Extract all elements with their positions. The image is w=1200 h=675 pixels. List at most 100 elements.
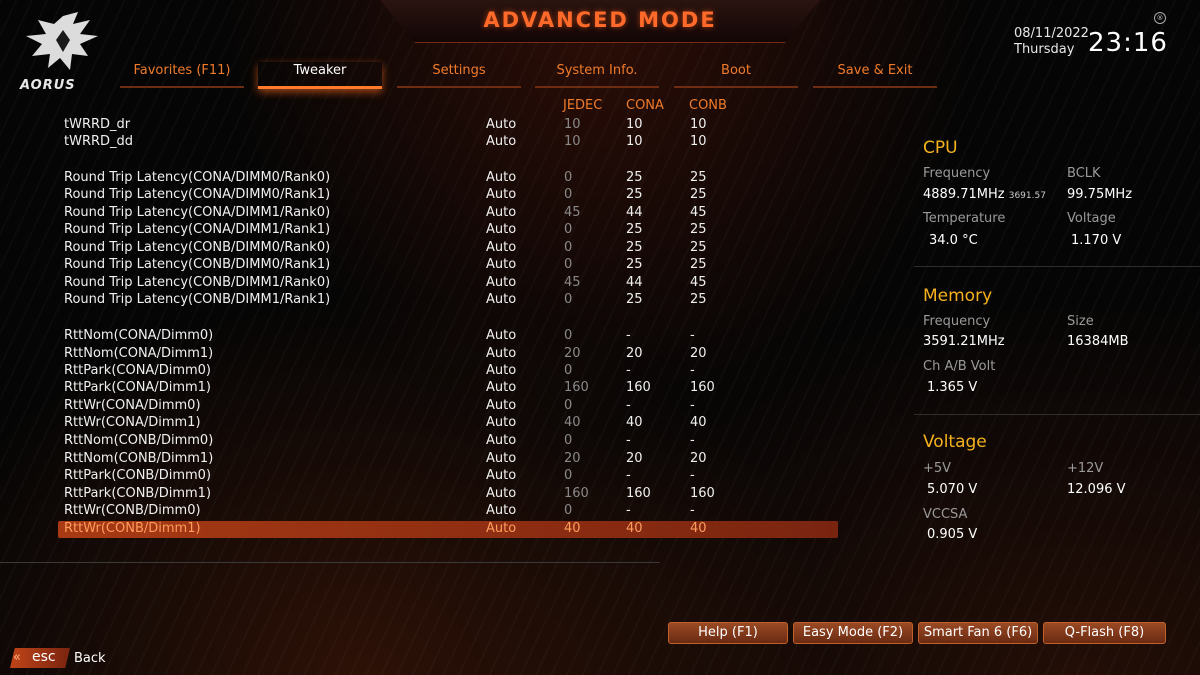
setting-value[interactable]: Auto [486,257,516,272]
setting-value[interactable]: Auto [486,187,516,202]
setting-value[interactable]: Auto [486,292,516,307]
page-title: ADVANCED MODE [483,8,717,32]
conb-value: - [690,433,695,448]
setting-value[interactable]: Auto [486,468,516,483]
setting-name: Round Trip Latency(CONB/DIMM0/Rank0) [64,240,331,255]
cpu-bclk-label: BCLK [1067,166,1101,181]
setting-name: Round Trip Latency(CONB/DIMM0/Rank1) [64,257,331,272]
jedec-value: 0 [564,363,573,378]
cona-value: - [626,328,631,343]
cona-value: 40 [626,521,643,536]
setting-value[interactable]: Auto [486,240,516,255]
column-header-jedec: JEDEC [563,98,603,113]
setting-value[interactable]: Auto [486,346,516,361]
tab-favorites[interactable]: Favorites (F11) [120,62,244,88]
setting-row[interactable]: Round Trip Latency(CONB/DIMM1/Rank0) Auto… [58,275,838,292]
jedec-value: 0 [564,187,573,202]
setting-name: RttWr(CONB/Dimm1) [64,521,201,536]
jedec-value: 0 [564,398,573,413]
q-flash-button[interactable]: Q-Flash (F8) [1043,622,1166,644]
setting-value[interactable]: Auto [486,415,516,430]
setting-value[interactable]: Auto [486,486,516,501]
panel-divider [914,414,1200,415]
setting-row[interactable]: RttPark(CONA/Dimm1) Auto 160 160 160 [58,380,838,397]
tab-save-exit[interactable]: Save & Exit [813,62,937,88]
setting-row[interactable]: RttPark(CONA/Dimm0) Auto 0 - - [58,363,838,380]
setting-value[interactable]: Auto [486,170,516,185]
jedec-value: 0 [564,257,573,272]
cpu-voltage-value: 1.170 V [1071,233,1122,248]
setting-row[interactable]: Round Trip Latency(CONA/DIMM0/Rank1) Auto… [58,187,838,204]
cpu-voltage-label: Voltage [1067,211,1116,226]
setting-value[interactable]: Auto [486,363,516,378]
smart-fan-button[interactable]: Smart Fan 6 (F6) [918,622,1038,644]
cpu-frequency-value: 4889.71MHz 3691.57 [923,187,1046,202]
voltage-12v-label: +12V [1067,461,1104,476]
cona-value: 40 [626,415,643,430]
setting-row[interactable]: RttWr(CONB/Dimm0) Auto 0 - - [58,503,838,520]
setting-value[interactable]: Auto [486,503,516,518]
setting-row[interactable]: Round Trip Latency(CONA/DIMM1/Rank1) Auto… [58,222,838,239]
cpu-title: CPU [923,138,958,158]
setting-value[interactable]: Auto [486,328,516,343]
cona-value: - [626,468,631,483]
setting-row[interactable]: tWRRD_dr Auto 10 10 10 [58,117,838,134]
cona-value: 20 [626,451,643,466]
setting-row[interactable]: Round Trip Latency(CONB/DIMM1/Rank1) Auto… [58,292,838,309]
setting-row[interactable]: RttPark(CONB/Dimm1) Auto 160 160 160 [58,486,838,503]
tab-boot[interactable]: Boot [674,62,798,88]
setting-value[interactable]: Auto [486,117,516,132]
jedec-value: 0 [564,468,573,483]
setting-row[interactable]: RttNom(CONB/Dimm1) Auto 20 20 20 [58,451,838,468]
conb-value: 10 [690,117,707,132]
help-button[interactable]: Help (F1) [668,622,788,644]
setting-row[interactable]: RttWr(CONB/Dimm1) Auto 40 40 40 [58,521,838,538]
setting-value[interactable]: Auto [486,451,516,466]
back-label[interactable]: Back [74,651,106,666]
conb-value: - [690,363,695,378]
conb-value: 25 [690,292,707,307]
setting-value[interactable]: Auto [486,521,516,536]
setting-name: RttPark(CONA/Dimm1) [64,380,211,395]
setting-name: RttNom(CONB/Dimm0) [64,433,214,448]
setting-row[interactable]: RttNom(CONA/Dimm0) Auto 0 - - [58,328,838,345]
setting-value[interactable]: Auto [486,205,516,220]
setting-row[interactable]: RttWr(CONA/Dimm1) Auto 40 40 40 [58,415,838,432]
setting-row[interactable]: RttNom(CONA/Dimm1) Auto 20 20 20 [58,346,838,363]
conb-value: - [690,328,695,343]
easy-mode-button[interactable]: Easy Mode (F2) [793,622,913,644]
setting-value[interactable]: Auto [486,433,516,448]
setting-name: RttPark(CONB/Dimm0) [64,468,212,483]
tab-tweaker[interactable]: Tweaker [258,62,382,89]
cona-value: - [626,363,631,378]
setting-row[interactable]: tWRRD_dd Auto 10 10 10 [58,134,838,151]
setting-name: Round Trip Latency(CONA/DIMM1/Rank1) [64,222,331,237]
setting-value[interactable]: Auto [486,134,516,149]
cona-value: 25 [626,222,643,237]
setting-row[interactable]: Round Trip Latency(CONA/DIMM0/Rank0) Auto… [58,170,838,187]
tab-settings[interactable]: Settings [397,62,521,88]
memory-frequency-label: Frequency [923,314,991,329]
conb-value: 25 [690,257,707,272]
conb-value: 40 [690,415,707,430]
setting-row[interactable]: Round Trip Latency(CONA/DIMM1/Rank0) Auto… [58,205,838,222]
setting-name: RttNom(CONA/Dimm0) [64,328,214,343]
setting-row[interactable]: RttPark(CONB/Dimm0) Auto 0 - - [58,468,838,485]
column-header-cona: CONA [626,98,664,113]
conb-value: 45 [690,275,707,290]
setting-value[interactable]: Auto [486,398,516,413]
cona-value: 25 [626,257,643,272]
panel-divider [914,266,1200,267]
setting-row[interactable]: Round Trip Latency(CONB/DIMM0/Rank1) Auto… [58,257,838,274]
tab-system-info[interactable]: System Info. [535,62,659,88]
setting-value[interactable]: Auto [486,275,516,290]
registered-icon: ® [1154,12,1166,24]
setting-row[interactable]: RttNom(CONB/Dimm0) Auto 0 - - [58,433,838,450]
setting-name: RttNom(CONB/Dimm1) [64,451,214,466]
jedec-value: 0 [564,328,573,343]
setting-value[interactable]: Auto [486,222,516,237]
setting-name: tWRRD_dd [64,134,134,149]
setting-value[interactable]: Auto [486,380,516,395]
setting-row[interactable]: RttWr(CONA/Dimm0) Auto 0 - - [58,398,838,415]
setting-row[interactable]: Round Trip Latency(CONB/DIMM0/Rank0) Auto… [58,240,838,257]
